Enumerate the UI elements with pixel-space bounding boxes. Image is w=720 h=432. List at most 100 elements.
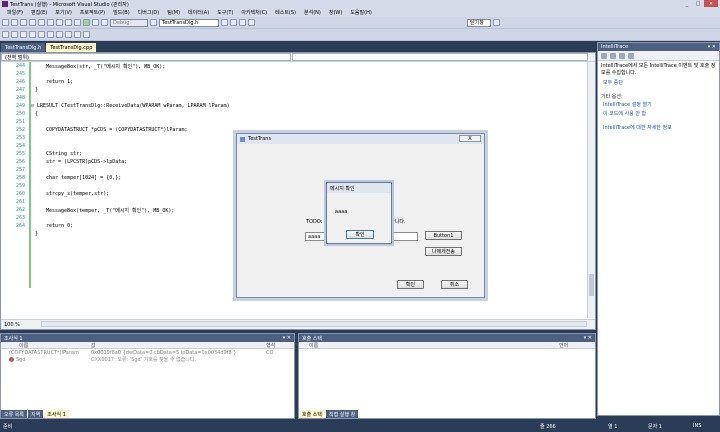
table-row[interactable]: Sgd CXX0017: 오류: 'Sgd' 기호를 찾을 수 없습니다. (1, 356, 294, 363)
uncomment-icon[interactable] (56, 31, 63, 38)
step-out-icon[interactable] (20, 31, 27, 38)
tab-call-stack[interactable]: 호출 스택 (299, 410, 325, 418)
disable-for-code-link[interactable]: 이 코드에 사용 안 함 (598, 110, 719, 119)
code-text: strcpy_s(temper,str); (46, 191, 110, 197)
menu-tools[interactable]: 도구(T) (213, 9, 237, 16)
code-line: 245 (15, 71, 25, 77)
intellitrace-back-icon[interactable] (610, 52, 616, 59)
menu-data[interactable]: 데이터(A) (184, 9, 213, 16)
stop-icon[interactable] (101, 19, 108, 26)
col-name[interactable]: 이름 (299, 342, 559, 349)
menu-architecture[interactable]: 아키텍처(C) (237, 9, 271, 16)
code-text: } (35, 87, 39, 93)
next-bookmark-icon[interactable] (83, 31, 90, 38)
zoom-level[interactable]: 100 % (4, 322, 20, 328)
tab-testtransdlg-cpp[interactable]: TestTransDlg.cpp (46, 43, 97, 52)
open-settings-link[interactable]: IntelliTrace 설정 열기 (598, 101, 719, 110)
tab-locals[interactable]: 지역 (28, 410, 44, 418)
find-icon[interactable] (221, 19, 228, 26)
menu-build[interactable]: 빌드(B) (109, 9, 134, 16)
prev-bookmark-icon[interactable] (74, 31, 81, 38)
editor-status-strip: 100 % (1, 319, 595, 329)
tab-testtransdlg-h[interactable]: TestTransDlg.h (1, 43, 46, 52)
button1[interactable]: Button1 (425, 231, 462, 240)
send-to-self-button[interactable]: 나에게전송 (425, 247, 462, 256)
quick-search-select[interactable]: 닫기창 (467, 18, 491, 27)
save-icon[interactable] (20, 19, 27, 26)
bookmark-icon[interactable] (65, 31, 72, 38)
pause-icon[interactable] (92, 19, 99, 26)
intellitrace-settings-icon[interactable] (628, 52, 634, 59)
redo-icon[interactable] (74, 19, 81, 26)
maximize-button[interactable]: □ (693, 0, 703, 7)
tab-watch-1[interactable]: 조사식 1 (44, 410, 69, 418)
menu-analyze[interactable]: 분석(N) (300, 9, 325, 16)
intellitrace-pane: IntelliTrace ▾ ✕ IntelliTrace에서 모든 Intel… (597, 42, 720, 416)
stop-all-link[interactable]: 모두 중단 (598, 79, 719, 88)
step-into-icon[interactable] (2, 31, 9, 38)
copy-icon[interactable] (47, 19, 54, 26)
menu-window[interactable]: 창(W) (325, 9, 346, 16)
more-info-link[interactable]: IntelliTrace에 대한 자세한 정보 (598, 124, 719, 133)
dialog-ok-button[interactable]: 확인 (397, 280, 424, 289)
undo-icon[interactable] (65, 19, 72, 26)
menu-edit[interactable]: 편집(E) (27, 9, 51, 16)
code-line: 256 (15, 159, 25, 165)
toolbox-icon[interactable] (248, 19, 255, 26)
scroll-thumb[interactable] (589, 274, 594, 296)
call-stack-close-icon[interactable]: ▾ ✕ (584, 335, 592, 341)
dialog-close-button[interactable]: X (459, 135, 481, 142)
editor-vertical-scrollbar[interactable] (587, 62, 595, 318)
new-project-icon[interactable] (2, 19, 9, 26)
message-ok-button[interactable]: 확인 (346, 230, 374, 239)
col-value[interactable]: 값 (91, 342, 266, 349)
scope-combo[interactable]: (전역 범위) (1, 53, 291, 61)
code-text: MessageBox(temper, _T("메시지 확인"), MB_OK); (46, 207, 175, 214)
intellitrace-home-icon[interactable] (601, 52, 607, 59)
menu-debug[interactable]: 디버그(D) (134, 9, 164, 16)
member-combo[interactable] (292, 53, 588, 61)
pin-icon[interactable]: ▾ ✕ (708, 44, 716, 50)
continue-icon[interactable] (83, 19, 90, 26)
comment-icon[interactable] (47, 31, 54, 38)
step-over-icon[interactable] (11, 31, 18, 38)
table-row[interactable]: (COPYDATASTRUCT*)lParam 0x0019f8a0 {dwDa… (1, 349, 294, 356)
tab-immediate-window[interactable]: 직접 실행 창 (326, 410, 359, 418)
find-select[interactable]: TestTransDlg.h (159, 18, 219, 27)
solution-explorer-icon[interactable] (230, 19, 237, 26)
change-tracking-bar (29, 62, 31, 288)
status-bar: 준비 줄 266 열 1 문자 1 INS (0, 420, 720, 432)
hex-icon[interactable] (29, 31, 36, 38)
toolbar-row2 (0, 29, 720, 41)
collapse-icon[interactable]: ⊟ (31, 102, 34, 110)
code-text: return 0; (46, 223, 74, 229)
open-icon[interactable] (11, 19, 18, 26)
menu-help[interactable]: 도움말(H) (346, 9, 375, 16)
menu-project[interactable]: 프로젝트(P) (76, 9, 109, 16)
config-select[interactable]: Debug (110, 18, 148, 27)
col-language[interactable]: 언어 (559, 342, 589, 349)
menu-view[interactable]: 보기(V) (51, 9, 76, 16)
properties-icon[interactable] (239, 19, 246, 26)
platform-icon[interactable] (150, 19, 157, 26)
menu-test[interactable]: 테스트(S) (271, 9, 300, 16)
toolbar-overflow-icon[interactable] (493, 19, 500, 26)
col-type[interactable]: 형식 (266, 342, 291, 349)
tab-error-list[interactable]: 오류 목록 (1, 410, 27, 418)
close-button[interactable]: × (704, 0, 718, 7)
cut-icon[interactable] (38, 19, 45, 26)
minimize-button[interactable]: _ (682, 0, 692, 7)
code-line: 254 (15, 143, 25, 149)
breakpoints-icon[interactable] (38, 31, 45, 38)
editor-horizontal-scrollbar[interactable] (41, 321, 587, 327)
save-all-icon[interactable] (29, 19, 36, 26)
watch-close-icon[interactable]: ▾ ✕ (283, 335, 291, 341)
menu-file[interactable]: 파일(F) (3, 9, 27, 16)
error-icon (9, 357, 14, 362)
intellitrace-forward-icon[interactable] (619, 52, 625, 59)
call-stack-column-header: 이름 언어 (299, 342, 595, 349)
paste-icon[interactable] (56, 19, 63, 26)
dialog-cancel-button[interactable]: 취소 (441, 280, 468, 289)
col-name[interactable]: 이름 (1, 342, 91, 349)
menu-team[interactable]: 팀(M) (163, 9, 184, 16)
